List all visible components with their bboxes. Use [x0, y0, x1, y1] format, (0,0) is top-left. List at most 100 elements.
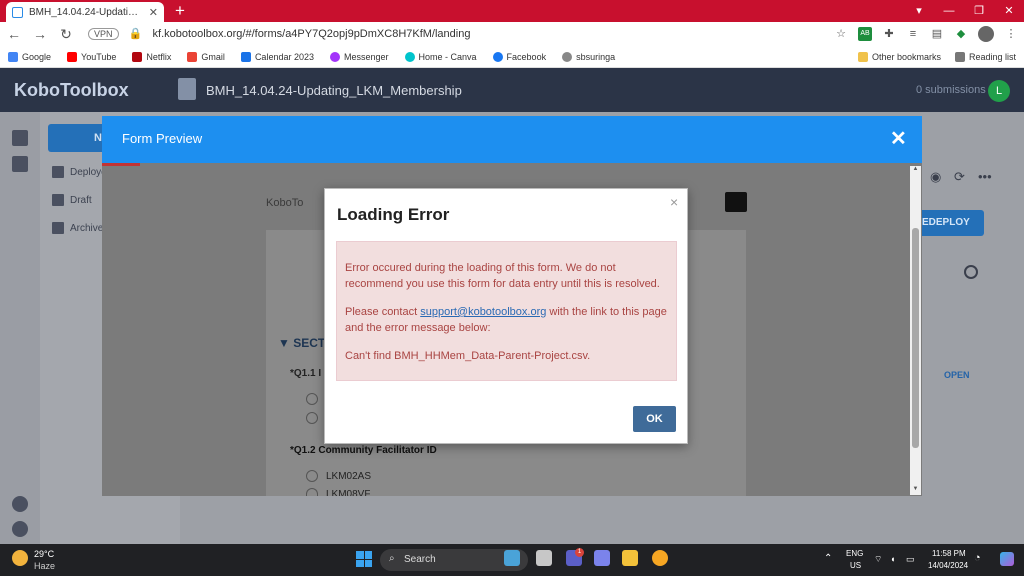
vpn-badge[interactable]: VPN [88, 28, 119, 40]
file-explorer-icon[interactable] [622, 550, 638, 566]
form-title[interactable]: BMH_14.04.24-Updating_LKM_Membership [206, 83, 462, 98]
bookmark-gmail[interactable]: Gmail [187, 51, 225, 62]
globe-icon [562, 51, 573, 62]
forward-icon[interactable]: → [32, 26, 48, 42]
kobo-logo[interactable]: KoboToolbox [14, 80, 129, 101]
radio-option-lkm08vf[interactable] [306, 488, 318, 496]
task-view-icon[interactable] [536, 550, 552, 566]
support-email-link[interactable]: support@kobotoolbox.org [420, 306, 546, 318]
tab-close-icon[interactable]: ✕ [149, 6, 158, 19]
weather-condition[interactable]: Haze [34, 561, 55, 571]
media-icon[interactable]: ≡ [906, 27, 920, 41]
other-bookmarks[interactable]: Other bookmarks [857, 51, 941, 62]
preview-scroll-thumb[interactable] [912, 228, 919, 448]
browser-tab[interactable]: BMH_14.04.24-Updating_LKM_M ✕ [6, 2, 164, 22]
battery-icon[interactable]: ▭ [906, 554, 915, 565]
more-icon[interactable]: ••• [978, 170, 992, 184]
restore-icon[interactable]: ❐ [964, 0, 994, 22]
youtube-icon [67, 51, 78, 62]
extensions-puzzle-icon[interactable]: ✚ [882, 27, 896, 41]
bookmark-facebook[interactable]: Facebook [492, 51, 546, 62]
sidebar-item-archived[interactable]: Archive [52, 222, 103, 234]
menu-icon[interactable]: ⋮ [1004, 27, 1018, 41]
user-avatar[interactable]: L [988, 80, 1010, 102]
question-q1-2: *Q1.2 Community Facilitator ID [290, 445, 437, 456]
reading-list[interactable]: Reading list [954, 51, 1016, 62]
temperature[interactable]: 29°C [34, 549, 54, 559]
teams-work-icon[interactable] [594, 550, 610, 566]
canva-icon [404, 51, 415, 62]
netflix-icon [132, 51, 143, 62]
reading-mode-icon[interactable]: ▤ [930, 27, 944, 41]
minimize-icon[interactable]: — [934, 0, 964, 22]
bookmark-canva[interactable]: Home - Canva [404, 51, 477, 62]
lock-icon[interactable]: 🔒 [129, 27, 143, 41]
clock-date[interactable]: 14/04/2024 [928, 561, 968, 570]
radio-option-lkm02as[interactable] [306, 470, 318, 482]
print-icon[interactable] [725, 192, 747, 212]
language-indicator[interactable]: ENG [846, 549, 863, 558]
bookmark-star-icon[interactable]: ☆ [834, 27, 848, 41]
gmail-icon [187, 51, 198, 62]
weather-icon[interactable] [12, 550, 28, 566]
bookmark-calendar[interactable]: Calendar 2023 [240, 51, 314, 62]
submissions-count: 0 submissions [916, 84, 986, 96]
sidebar-item-draft[interactable]: Draft [52, 194, 92, 206]
error-message: Error occured during the loading of this… [345, 262, 660, 290]
redeploy-button[interactable]: EDEPLOY [918, 210, 984, 236]
chrome-icon[interactable] [652, 550, 668, 566]
notification-bell-icon[interactable]: ◔ [974, 552, 981, 564]
bookmark-youtube[interactable]: YouTube [67, 51, 116, 62]
new-tab-button[interactable]: + [170, 1, 190, 21]
forms-icon[interactable] [12, 130, 28, 146]
open-link[interactable]: OPEN [944, 370, 970, 380]
bookmark-netflix[interactable]: Netflix [132, 51, 171, 62]
notification-badge: 1 [575, 548, 584, 557]
extension-icon[interactable]: AB [858, 27, 872, 41]
sidebar-item-deployed[interactable]: Deploye [52, 166, 107, 178]
profile-avatar[interactable] [978, 26, 994, 42]
radio-option[interactable] [306, 412, 318, 424]
tab-title: BMH_14.04.24-Updating_LKM_M [29, 6, 143, 18]
sync-icon[interactable]: ⟳ [954, 170, 968, 184]
bookmark-sbsuringa[interactable]: sbsuringa [562, 51, 615, 62]
eye-icon[interactable]: ◉ [930, 170, 944, 184]
ok-button[interactable]: OK [633, 406, 676, 432]
form-preview-header [102, 116, 922, 163]
help-icon[interactable] [12, 496, 28, 512]
dialog-close-icon[interactable]: × [670, 194, 678, 210]
windows-start-icon[interactable] [356, 551, 372, 567]
section-header[interactable]: ▼ SECT [278, 336, 325, 350]
back-icon[interactable]: ← [6, 26, 22, 42]
clock-time[interactable]: 11:58 PM [932, 549, 966, 558]
wifi-icon[interactable]: ⌔ [874, 554, 882, 565]
radio-option[interactable] [306, 393, 318, 405]
close-window-icon[interactable]: ✕ [994, 0, 1024, 22]
bookmark-google[interactable]: Google [8, 51, 51, 62]
reload-icon[interactable]: ↻ [58, 26, 74, 43]
github-icon[interactable] [12, 521, 28, 537]
search-highlight-icon [504, 550, 520, 566]
close-icon[interactable]: ✕ [890, 126, 907, 151]
shield-icon[interactable]: ◆ [954, 27, 968, 41]
tray-expand-icon[interactable]: ⌃ [824, 553, 832, 564]
progress-accent [102, 163, 140, 166]
scroll-up-arrow-icon[interactable]: ▲ [911, 166, 920, 174]
address-bar[interactable]: kf.kobotoolbox.org/#/forms/a4PY7Q2opj9pD… [153, 28, 824, 40]
language-globe-icon[interactable] [964, 265, 978, 279]
bookmark-messenger[interactable]: Messenger [329, 51, 389, 62]
calendar-icon [240, 51, 251, 62]
browser-toolbar: ← → ↻ VPN 🔒 kf.kobotoolbox.org/#/forms/a… [0, 22, 1024, 46]
scroll-down-arrow-icon[interactable]: ▼ [911, 486, 920, 494]
keyboard-layout[interactable]: US [850, 561, 861, 570]
kobo-header [0, 68, 1024, 112]
volume-icon[interactable]: ◖ [890, 554, 895, 564]
library-icon[interactable] [12, 156, 28, 172]
copilot-icon[interactable] [1000, 552, 1014, 566]
form-preview-title: Form Preview [122, 131, 203, 146]
error-detail: Can't find BMH_HHMem_Data-Parent-Project… [345, 350, 591, 362]
contact-message: Please contact support@kobotoolbox.org w… [345, 306, 667, 334]
profile-dropdown-icon[interactable]: ▾ [904, 0, 934, 22]
google-icon [8, 51, 18, 62]
new-button[interactable]: N [48, 124, 108, 152]
